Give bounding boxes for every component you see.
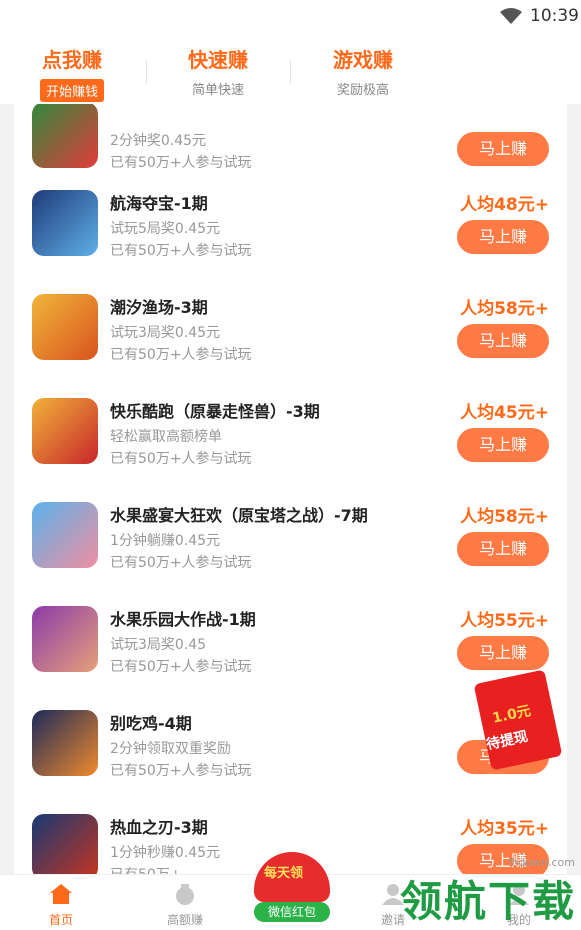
item-reward: 人均58元+ [460,507,549,527]
earn-now-button[interactable]: 马上赚 [457,532,549,566]
item-reward: 人均45元+ [460,403,549,423]
item-reward: 人均48元+ [460,195,549,215]
top-tabs: 点我赚 开始赚钱 快速赚 简单快速 游戏赚 奖励极高 [0,34,581,104]
crab-fishing-game-icon [32,294,98,360]
nav-label: 高额赚 [166,913,203,927]
item-reward: 人均35元+ [460,819,549,839]
site-watermark: lhdown.com 领航下载 [392,856,581,930]
item-title: 水果盛宴大狂欢（原宝塔之战）-7期 [110,506,368,525]
nav-home[interactable]: 首页 [16,875,106,930]
list-item[interactable]: 航海夺宝-1期 试玩5局奖0.45元 已有50万+人参与试玩 人均48元+ 马上… [14,174,567,278]
girl-portrait-game-icon [32,606,98,672]
list-item[interactable]: 水果盛宴大狂欢（原宝塔之战）-7期 1分钟躺赚0.45元 已有50万+人参与试玩… [14,486,567,590]
earn-now-button[interactable]: 马上赚 [457,324,549,358]
earn-now-button[interactable]: 马上赚 [457,428,549,462]
shark-pirate-game-icon [32,190,98,256]
item-desc: 2分钟奖0.45元 [110,133,207,149]
tab-kuaisuzhuan[interactable]: 快速赚 简单快速 [148,44,288,98]
item-desc: 试玩3局奖0.45元 [110,325,221,341]
tab-subtitle: 简单快速 [191,83,244,98]
status-bar: 10:39 [0,0,581,34]
earn-now-button[interactable]: 马上赚 [457,220,549,254]
item-title: 热血之刃-3期 [110,818,208,837]
item-title: 别吃鸡-4期 [110,714,192,733]
earn-now-button[interactable]: 马上赚 [457,132,549,166]
tab-youxizhuan[interactable]: 游戏赚 奖励极高 [293,44,433,98]
wechat-promo-pill: 微信红包 [254,902,330,922]
pig-coin-game-icon [32,502,98,568]
tab-title: 游戏赚 [333,48,393,72]
money-bag-icon [176,884,194,905]
item-participants: 已有50万+ [110,864,182,874]
item-participants: 已有50万+人参与试玩 [110,155,252,171]
item-title: 潮汐渔场-3期 [110,298,208,317]
watermark-text: 领航下载 [400,877,577,926]
wifi-icon [500,8,522,24]
tab-title: 点我赚 [42,48,102,72]
item-reward: 人均55元+ [460,611,549,631]
item-title: 水果乐园大作战-1期 [110,610,256,629]
item-participants: 已有50万+人参与试玩 [110,763,252,779]
tab-divider [146,60,147,84]
nav-high-earn[interactable]: 高额赚 [140,875,230,930]
item-participants: 已有50万+人参与试玩 [110,243,252,259]
penguin-game-icon [32,710,98,776]
item-desc: 轻松赢取高额榜单 [110,429,222,445]
list-item[interactable]: 快乐酷跑（原暴走怪兽）-3期 轻松赢取高额榜单 已有50万+人参与试玩 人均45… [14,382,567,486]
dragon-game-icon [32,104,98,168]
tab-subtitle: 开始赚钱 [39,79,104,102]
list-item[interactable]: 潮汐渔场-3期 试玩3局奖0.45元 已有50万+人参与试玩 人均58元+ 马上… [14,278,567,382]
red-monster-game-icon [32,398,98,464]
item-desc: 2分钟领取双重奖励 [110,741,231,757]
item-participants: 已有50万+人参与试玩 [110,451,252,467]
red-envelope-widget[interactable]: 1.0元 待提现 [473,660,563,771]
wechat-promo-top: 每天领 [264,866,304,881]
item-desc: 试玩3局奖0.45 [110,637,207,653]
item-desc: 1分钟秒赚0.45元 [110,845,221,861]
item-desc: 试玩5局奖0.45元 [110,221,221,237]
wechat-red-packet-button[interactable]: 每天领 微信红包 [250,850,334,924]
item-title: 航海夺宝-1期 [110,194,208,213]
item-participants: 已有50万+人参与试玩 [110,555,252,571]
dragon-warrior-game-icon [32,814,98,874]
item-desc: 1分钟躺赚0.45元 [110,533,221,549]
tab-subtitle: 奖励极高 [336,83,389,98]
tab-divider [290,60,291,84]
item-reward: 人均58元+ [460,299,549,319]
item-participants: 已有50万+人参与试玩 [110,659,252,675]
tab-title: 快速赚 [188,48,248,72]
nav-label: 首页 [48,913,73,927]
tab-dianwozhuan[interactable]: 点我赚 开始赚钱 [2,44,142,102]
item-title: 快乐酷跑（原暴走怪兽）-3期 [110,402,320,421]
item-participants: 已有50万+人参与试玩 [110,347,252,363]
home-icon [50,884,72,904]
status-time: 10:39 [530,6,579,26]
